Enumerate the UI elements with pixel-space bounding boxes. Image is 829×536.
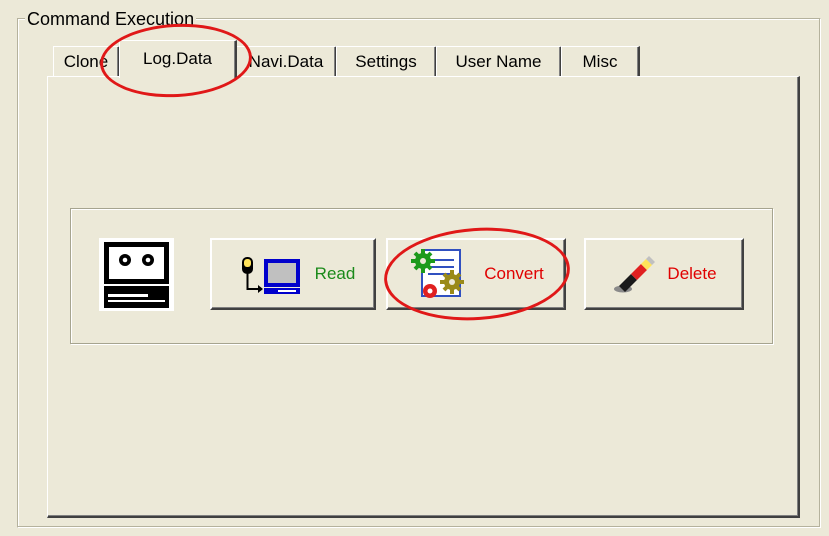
tab-label: User Name xyxy=(455,52,542,71)
tab-label: Misc xyxy=(582,52,618,71)
gears-document-icon xyxy=(411,249,465,298)
tab-label: Clone xyxy=(63,52,109,71)
tab-log-data[interactable]: Log.Data xyxy=(119,40,237,78)
delete-button[interactable]: Delete xyxy=(584,238,744,310)
tab-settings[interactable]: Settings xyxy=(336,46,437,76)
read-button[interactable]: Read xyxy=(210,238,376,310)
tab-label: Log.Data xyxy=(143,49,212,68)
tab-user-name[interactable]: User Name xyxy=(436,46,562,76)
tab-label: Settings xyxy=(355,52,417,71)
tab-navi-data[interactable]: Navi.Data xyxy=(236,46,337,76)
computer-face-icon xyxy=(99,238,174,311)
eraser-icon xyxy=(614,256,656,293)
tab-misc[interactable]: Misc xyxy=(561,46,640,76)
tab-label: Navi.Data xyxy=(248,52,324,71)
convert-button[interactable]: Convert xyxy=(386,238,566,310)
download-to-pc-icon xyxy=(241,257,300,294)
read-button-label: Read xyxy=(314,264,356,283)
convert-button-label: Convert xyxy=(484,264,544,283)
tab-clone[interactable]: Clone xyxy=(53,46,120,76)
delete-button-label: Delete xyxy=(667,264,717,283)
group-title: Command Execution xyxy=(25,8,197,30)
